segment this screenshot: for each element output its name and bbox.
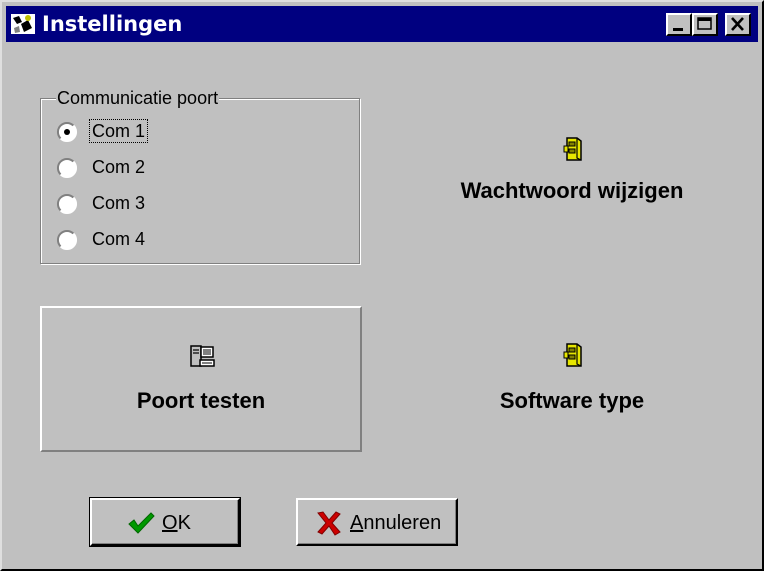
minimize-button[interactable] xyxy=(666,13,692,36)
close-button[interactable] xyxy=(725,13,751,36)
radio-unselected-icon[interactable] xyxy=(56,229,78,251)
minimize-icon xyxy=(673,28,683,31)
radio-com4[interactable]: Com 4 xyxy=(56,226,176,254)
window-title: Instellingen xyxy=(42,12,183,36)
cabinet-icon xyxy=(563,137,582,161)
radio-unselected-icon[interactable] xyxy=(56,157,78,179)
radio-com1[interactable]: Com 1 xyxy=(56,118,176,146)
radio-com3[interactable]: Com 3 xyxy=(56,190,176,218)
close-icon xyxy=(731,17,744,31)
x-icon xyxy=(317,511,341,536)
radio-com2-label: Com 2 xyxy=(92,157,146,177)
computer-icon xyxy=(190,345,215,367)
test-port-button[interactable]: Poort testen xyxy=(40,306,362,452)
radio-selected-icon[interactable] xyxy=(56,121,78,143)
maximize-button[interactable] xyxy=(692,13,718,36)
software-type-label: Software type xyxy=(499,388,645,413)
maximize-icon xyxy=(697,17,712,30)
radio-com2[interactable]: Com 2 xyxy=(56,154,176,182)
radio-unselected-icon[interactable] xyxy=(56,193,78,215)
cabinet-icon xyxy=(563,343,582,367)
com-port-legend: Communicatie poort xyxy=(56,88,220,108)
software-type-button[interactable]: Software type xyxy=(412,338,732,428)
checkmark-icon xyxy=(128,512,155,534)
cancel-button[interactable]: Annuleren xyxy=(296,498,458,546)
test-port-label: Poort testen xyxy=(136,388,266,413)
radio-com3-label: Com 3 xyxy=(92,193,146,213)
change-password-button[interactable]: Wachtwoord wijzigen xyxy=(412,132,732,222)
app-icon xyxy=(11,14,35,34)
settings-window: Instellingen Communicatie poort Com 1 Co… xyxy=(0,0,764,571)
change-password-label: Wachtwoord wijzigen xyxy=(460,178,684,203)
cancel-label: Annuleren xyxy=(350,512,442,534)
radio-com1-label: Com 1 xyxy=(88,119,149,143)
radio-com4-label: Com 4 xyxy=(92,229,146,249)
ok-button[interactable]: OK xyxy=(89,497,241,547)
ok-label: OK xyxy=(162,512,191,534)
title-bar[interactable]: Instellingen xyxy=(6,6,758,42)
